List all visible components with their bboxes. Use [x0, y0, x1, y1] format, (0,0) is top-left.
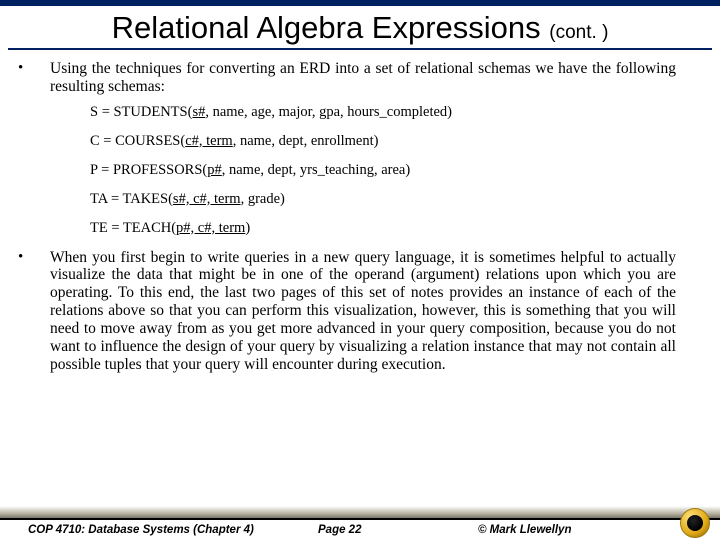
bullet-marker: • [18, 60, 50, 96]
schema-pre: P = PROFESSORS( [90, 162, 207, 178]
ucf-logo-icon [680, 508, 710, 538]
footer-gradient [0, 506, 720, 518]
schema-key: p# [207, 162, 222, 178]
schema-students: S = STUDENTS(s#, name, age, major, gpa, … [90, 104, 676, 121]
footer-course: COP 4710: Database Systems (Chapter 4) [28, 524, 318, 536]
schema-list: S = STUDENTS(s#, name, age, major, gpa, … [90, 104, 676, 237]
footer-bar: COP 4710: Database Systems (Chapter 4) P… [0, 520, 720, 540]
schema-courses: C = COURSES(c#, term, name, dept, enroll… [90, 133, 676, 150]
schema-key: c#, term [185, 133, 233, 149]
schema-pre: TA = TAKES( [90, 191, 173, 207]
schema-rest: , name, dept, enrollment) [233, 133, 379, 149]
schema-pre: S = STUDENTS( [90, 104, 192, 120]
schema-takes: TA = TAKES(s#, c#, term, grade) [90, 191, 676, 208]
schema-professors: P = PROFESSORS(p#, name, dept, yrs_teach… [90, 162, 676, 179]
title-container: Relational Algebra Expressions (cont. ) [8, 6, 712, 50]
slide-title-cont: (cont. ) [549, 22, 608, 43]
schema-rest: ) [245, 220, 250, 236]
footer-page: Page 22 [318, 524, 478, 536]
schema-key: s# [192, 104, 205, 120]
slide-title: Relational Algebra Expressions [112, 10, 550, 45]
bullet-marker: • [18, 249, 50, 374]
schema-rest: , name, dept, yrs_teaching, area) [222, 162, 410, 178]
schema-key: p#, c#, term [176, 220, 245, 236]
schema-key: s#, c#, term [173, 191, 241, 207]
bullet-text-2: When you first begin to write queries in… [50, 249, 676, 374]
schema-pre: TE = TEACH( [90, 220, 176, 236]
schema-pre: C = COURSES( [90, 133, 185, 149]
schema-rest: , name, age, major, gpa, hours_completed… [205, 104, 452, 120]
schema-teach: TE = TEACH(p#, c#, term) [90, 220, 676, 237]
content-area: • Using the techniques for converting an… [0, 60, 720, 373]
bullet-item: • Using the techniques for converting an… [44, 60, 676, 96]
schema-rest: , grade) [241, 191, 285, 207]
footer: COP 4710: Database Systems (Chapter 4) P… [0, 506, 720, 540]
bullet-text-1: Using the techniques for converting an E… [50, 60, 676, 96]
bullet-item: • When you first begin to write queries … [44, 249, 676, 374]
